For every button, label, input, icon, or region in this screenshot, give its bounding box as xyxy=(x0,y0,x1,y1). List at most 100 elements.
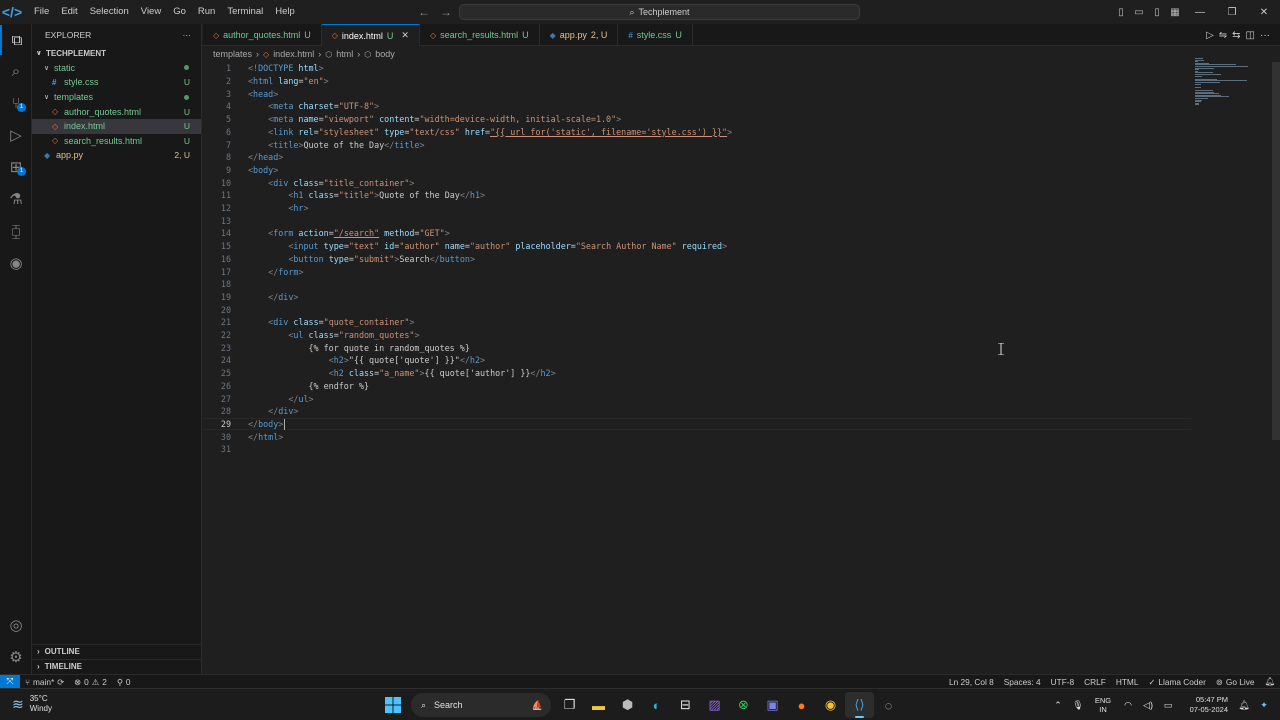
code-line[interactable]: 14 <form action="/search" method="GET"> xyxy=(203,227,1203,240)
xbox-icon[interactable]: ⊗ xyxy=(729,692,758,718)
code-line[interactable]: 2 <html lang="en"> xyxy=(203,75,1203,88)
menu-edit[interactable]: Edit xyxy=(55,0,83,24)
code-line[interactable]: 27 </ul> xyxy=(203,392,1203,405)
code-line[interactable]: 12 <hr> xyxy=(203,202,1203,215)
code-line[interactable]: 31 xyxy=(203,443,1203,456)
toggle-secondary-sidebar-icon[interactable]: ▯ xyxy=(1148,0,1166,24)
menu-view[interactable]: View xyxy=(135,0,167,24)
menu-go[interactable]: Go xyxy=(167,0,192,24)
tree-item[interactable]: ◇ index.html U xyxy=(32,118,201,134)
tab-app-py[interactable]: ◆ app.py 2, U xyxy=(540,24,619,46)
chat-icon[interactable]: ◉ xyxy=(0,248,32,278)
menu-run[interactable]: Run xyxy=(192,0,221,24)
encoding[interactable]: UTF-8 xyxy=(1046,677,1080,687)
notifications-bell-icon[interactable]: 🔔︎ xyxy=(1259,676,1280,687)
run-debug-icon[interactable]: ▷ xyxy=(0,120,32,150)
menu-help[interactable]: Help xyxy=(269,0,301,24)
code-line[interactable]: 7 <title>Quote of the Day</title> xyxy=(203,138,1203,151)
code-line[interactable]: 23 {% for quote in random_quotes %} xyxy=(203,341,1203,354)
code-line[interactable]: 22 <ul class="random_quotes"> xyxy=(203,329,1203,342)
code-line[interactable]: 13 xyxy=(203,214,1203,227)
settings-app-icon[interactable]: ⬢ xyxy=(613,692,642,718)
visual-studio-icon[interactable]: ▨ xyxy=(700,692,729,718)
explorer-more-icon[interactable]: ··· xyxy=(183,30,192,40)
code-line[interactable]: 19 </div> xyxy=(203,291,1203,304)
branch-status[interactable]: ⑂ main* ⟳ xyxy=(20,677,69,687)
end-of-line[interactable]: CRLF xyxy=(1079,677,1111,687)
outline-section[interactable]: › OUTLINE xyxy=(32,644,202,658)
tree-item[interactable]: ◆ app.py 2, U xyxy=(32,148,201,163)
compare-icon[interactable]: ⇋ xyxy=(1219,30,1227,41)
llama-coder-status[interactable]: ✓ Llama Coder xyxy=(1143,677,1210,687)
workspace-root[interactable]: ∨ TECHPLEMENT xyxy=(32,46,201,61)
wifi-icon[interactable]: ◠ xyxy=(1118,700,1138,711)
language-indicator[interactable]: ENG IN xyxy=(1088,696,1118,714)
code-line[interactable]: 6 <link rel="stylesheet" type="text/css"… xyxy=(203,126,1203,139)
code-line[interactable]: 20 xyxy=(203,303,1203,316)
command-center[interactable]: ⌕ Techplement xyxy=(459,4,860,20)
source-control-icon[interactable]: ⑂ 1 xyxy=(0,88,32,118)
problems-status[interactable]: ⊗ 0 ⚠ 2 xyxy=(69,677,112,687)
task-view-icon[interactable]: ❐ xyxy=(555,692,584,718)
customize-layout-icon[interactable]: ▦ xyxy=(1166,0,1184,24)
language-mode[interactable]: HTML xyxy=(1111,677,1144,687)
remote-explorer-icon[interactable]: ⧮ xyxy=(0,216,32,246)
volume-icon[interactable]: ◁) xyxy=(1138,700,1158,711)
code-line[interactable]: 30 </html> xyxy=(203,430,1203,443)
tree-item[interactable]: ◇ author_quotes.html U xyxy=(32,104,201,119)
code-line[interactable]: 29 </body> xyxy=(203,417,1191,431)
windows-start-icon[interactable] xyxy=(378,692,407,718)
firefox-icon[interactable]: ● xyxy=(787,692,816,718)
restore-icon[interactable]: ❐ xyxy=(1216,0,1248,24)
extensions-icon[interactable]: ⊞ 1 xyxy=(0,152,32,182)
code-line[interactable]: 21 <div class="quote_container"> xyxy=(203,316,1203,329)
code-line[interactable]: 28 </div> xyxy=(203,405,1203,418)
microphone-icon[interactable]: 🎙︎ xyxy=(1068,700,1088,711)
notification-icon[interactable]: 🔔︎ xyxy=(1234,700,1254,711)
breadcrumb-file[interactable]: index.html xyxy=(273,49,314,59)
timeline-section[interactable]: › TIMELINE xyxy=(32,659,202,673)
code-line[interactable]: 10 <div class="title_container"> xyxy=(203,176,1203,189)
show-hidden-icons-icon[interactable]: ⌃ xyxy=(1048,700,1068,711)
search-view-icon[interactable]: ⌕ xyxy=(0,56,32,86)
cursor-position[interactable]: Ln 29, Col 8 xyxy=(944,677,999,687)
go-live-button[interactable]: ⊚ Go Live xyxy=(1211,677,1260,687)
toggle-primary-sidebar-icon[interactable]: ▯ xyxy=(1112,0,1130,24)
back-arrow-icon[interactable]: ← xyxy=(418,5,430,19)
tree-item[interactable]: # style.css U xyxy=(32,75,201,90)
toggle-panel-icon[interactable]: ▭ xyxy=(1130,0,1148,24)
tab-search-results-html[interactable]: ◇ search_results.html U xyxy=(420,24,540,46)
minimap[interactable] xyxy=(1195,58,1263,108)
accounts-icon[interactable]: ◎ xyxy=(0,610,32,640)
editor-scrollbar[interactable] xyxy=(1271,62,1280,674)
code-line[interactable]: 9 <body> xyxy=(203,164,1203,177)
tab-index-html[interactable]: ◇ index.html U ✕ xyxy=(321,24,420,46)
taskbar-search[interactable]: ⌕ Search ⛵ xyxy=(411,693,551,717)
code-line[interactable]: 25 <h2 class="a_name">{{ quote['author']… xyxy=(203,367,1203,380)
split-editor-icon[interactable]: ◫ xyxy=(1246,30,1255,41)
battery-icon[interactable]: ▭ xyxy=(1158,700,1178,711)
code-line[interactable]: 3 <head> xyxy=(203,87,1203,100)
code-line[interactable]: 11 <h1 class="title">Quote of the Day</h… xyxy=(203,189,1203,202)
github-desktop-icon[interactable]: ◌ xyxy=(874,692,903,718)
ports-status[interactable]: ⚲ 0 xyxy=(112,677,136,687)
teams-icon[interactable]: ▣ xyxy=(758,692,787,718)
close-window-icon[interactable]: ✕ xyxy=(1248,0,1280,24)
copilot-icon[interactable]: ✦ xyxy=(1254,700,1274,711)
tab-style-css[interactable]: # style.css U xyxy=(618,24,693,46)
forward-arrow-icon[interactable]: → xyxy=(440,5,452,19)
tab-author-quotes-html[interactable]: ◇ author_quotes.html U xyxy=(203,24,322,46)
file-explorer-icon[interactable]: ▬ xyxy=(584,692,613,718)
close-tab-icon[interactable]: ✕ xyxy=(401,30,409,41)
open-changes-icon[interactable]: ⇆ xyxy=(1232,30,1240,41)
indentation[interactable]: Spaces: 4 xyxy=(999,677,1046,687)
explorer-icon[interactable]: ⧉ xyxy=(0,25,32,55)
tree-item[interactable]: ∨ templates xyxy=(32,90,201,105)
breadcrumb-html[interactable]: html xyxy=(336,49,353,59)
code-line[interactable]: 8 </head> xyxy=(203,151,1203,164)
vscode-taskbar-icon[interactable]: ⟨⟩ xyxy=(845,692,874,718)
code-line[interactable]: 18 xyxy=(203,278,1203,291)
code-line[interactable]: 15 <input type="text" id="author" name="… xyxy=(203,240,1203,253)
microsoft-store-icon[interactable]: ⊟ xyxy=(671,692,700,718)
tree-item[interactable]: ∨ static xyxy=(32,61,201,76)
